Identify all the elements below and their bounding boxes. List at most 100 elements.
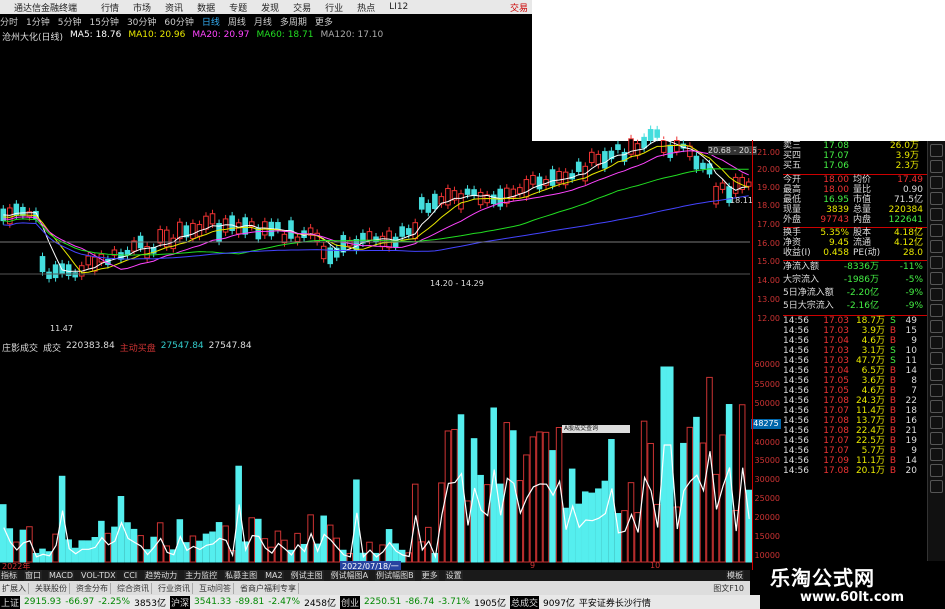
candle: [39, 256, 46, 273]
vol-tick: 40000: [754, 438, 780, 447]
indicator-tab[interactable]: 设置: [444, 570, 463, 581]
indicator-tab[interactable]: 主力监控: [184, 570, 219, 581]
tick-row: 14:56 17.03 3.9万 B 15: [783, 326, 917, 336]
stat-row: 净资 9.45 流通 4.12亿: [783, 238, 923, 248]
indicator-tab[interactable]: 趋势动力: [144, 570, 179, 581]
index-name[interactable]: 上证: [0, 595, 21, 609]
side-button[interactable]: [930, 464, 943, 477]
info-tab[interactable]: 行业资讯: [156, 582, 193, 594]
period-tab-active[interactable]: 日线: [202, 15, 220, 28]
side-button[interactable]: [930, 384, 943, 397]
indicator-tab[interactable]: MA2: [264, 571, 284, 580]
volume-bar: [621, 510, 628, 563]
side-button[interactable]: [930, 320, 943, 333]
menu-item[interactable]: 资讯: [165, 1, 183, 14]
info-tab[interactable]: 关联股份: [33, 582, 70, 594]
tick-row: 14:56 17.04 6.5万 B 14: [783, 366, 917, 376]
index-name[interactable]: 创业: [340, 595, 361, 609]
volume-bar: [706, 376, 713, 563]
y-tick: 15.00: [757, 257, 780, 266]
menu-item[interactable]: 行业: [325, 1, 343, 14]
indicator-tab[interactable]: 指标: [0, 570, 18, 581]
info-tab[interactable]: 综合资讯: [115, 582, 152, 594]
volume-bar: [451, 428, 458, 563]
info-tab[interactable]: 省商户福利专享: [238, 582, 299, 594]
period-tab[interactable]: 30分钟: [127, 15, 156, 28]
side-button[interactable]: [930, 240, 943, 253]
side-button[interactable]: [930, 304, 943, 317]
index-value: 2250.51: [364, 597, 402, 607]
tick-row: 14:56 17.03 3.1万 S 10: [783, 346, 917, 356]
side-button[interactable]: [930, 256, 943, 269]
indicator-tab[interactable]: 例试幅图B: [375, 570, 415, 581]
flow-row: 5日净流入额 -2.20亿 -9%: [783, 288, 923, 298]
indicator-tab[interactable]: 私募主图: [224, 570, 259, 581]
candle: [418, 197, 425, 210]
template-button[interactable]: 模板: [726, 570, 744, 581]
period-tab[interactable]: 周线: [228, 15, 246, 28]
side-button[interactable]: [930, 336, 943, 349]
stat-row: 今开 18.00 均价 17.49: [783, 175, 923, 185]
total-value: 9097亿: [543, 598, 575, 609]
volume-bar: [627, 482, 635, 563]
info-tab[interactable]: 互动问答: [197, 582, 234, 594]
index-name[interactable]: 沪深: [170, 595, 191, 609]
period-tab[interactable]: 月线: [254, 15, 272, 28]
side-button[interactable]: [930, 192, 943, 205]
indicator-tab[interactable]: MACD: [48, 571, 74, 580]
side-button[interactable]: [930, 272, 943, 285]
side-button[interactable]: [930, 176, 943, 189]
menu-item[interactable]: LI12: [389, 2, 408, 12]
period-tab[interactable]: 1分钟: [26, 15, 50, 28]
f10-button[interactable]: 图文F10: [711, 583, 746, 594]
candle: [425, 202, 432, 213]
stat-row: 换手 5.35% 股本 4.18亿: [783, 228, 923, 238]
info-tabs: 扩展入 关联股份 资金分布 综合资讯 行业资讯 互动问答 省商户福利专享 图文F…: [0, 581, 750, 595]
tick-row: 14:56 17.08 13.7万 B 16: [783, 416, 917, 426]
info-tab[interactable]: 扩展入: [0, 582, 29, 594]
info-tab[interactable]: 资金分布: [74, 582, 111, 594]
indicator-tab[interactable]: VOL-TDX: [79, 571, 117, 580]
side-button[interactable]: [930, 160, 943, 173]
side-button[interactable]: [930, 400, 943, 413]
side-button[interactable]: [930, 208, 943, 221]
side-button[interactable]: [930, 288, 943, 301]
volume-bar: [438, 482, 445, 563]
side-button[interactable]: [930, 448, 943, 461]
stat-row: 最低 16.95 市值 71.5亿: [783, 195, 923, 205]
period-tab[interactable]: 15分钟: [89, 15, 118, 28]
menu-item[interactable]: 交易: [293, 1, 311, 14]
menu-item[interactable]: 热点: [357, 1, 375, 14]
menu-item[interactable]: 市场: [133, 1, 151, 14]
menu-item[interactable]: 专题: [229, 1, 247, 14]
side-button[interactable]: [930, 480, 943, 493]
indicator-tab[interactable]: 窗口: [24, 570, 42, 581]
period-tab[interactable]: 更多: [315, 15, 333, 28]
indicator-tab[interactable]: CCI: [122, 571, 139, 580]
menu-item[interactable]: 数据: [197, 1, 215, 14]
period-tab[interactable]: 分时: [0, 15, 18, 28]
side-button[interactable]: [930, 224, 943, 237]
side-button[interactable]: [930, 144, 943, 157]
side-button[interactable]: [930, 416, 943, 429]
volume-bar: [581, 491, 589, 563]
side-button[interactable]: [930, 368, 943, 381]
volume-chart[interactable]: [0, 342, 752, 567]
menu-item[interactable]: 发现: [261, 1, 279, 14]
side-button[interactable]: [930, 432, 943, 445]
tick-list[interactable]: 14:56 17.03 18.7万 S 49 14:56 17.03 3.9万 B 15 14:56…: [783, 316, 927, 476]
indicator-tab[interactable]: 例试幅图A: [329, 570, 370, 581]
candle: [366, 231, 373, 241]
side-button[interactable]: [930, 352, 943, 365]
indicator-tab[interactable]: 更多: [420, 570, 439, 581]
mid-price-label: 14.20 - 14.29: [430, 279, 484, 288]
indicator-tab[interactable]: 例试主图: [289, 570, 324, 581]
period-tab[interactable]: 多周期: [280, 15, 307, 28]
trade-button[interactable]: 交易: [510, 1, 528, 14]
tick-row: 14:56 17.08 22.4万 B 21: [783, 426, 917, 436]
volume-bar: [111, 526, 118, 563]
menu-item[interactable]: 行情: [101, 1, 119, 14]
period-tab[interactable]: 5分钟: [58, 15, 82, 28]
candlestick-chart[interactable]: [0, 40, 752, 340]
period-tab[interactable]: 60分钟: [164, 15, 193, 28]
